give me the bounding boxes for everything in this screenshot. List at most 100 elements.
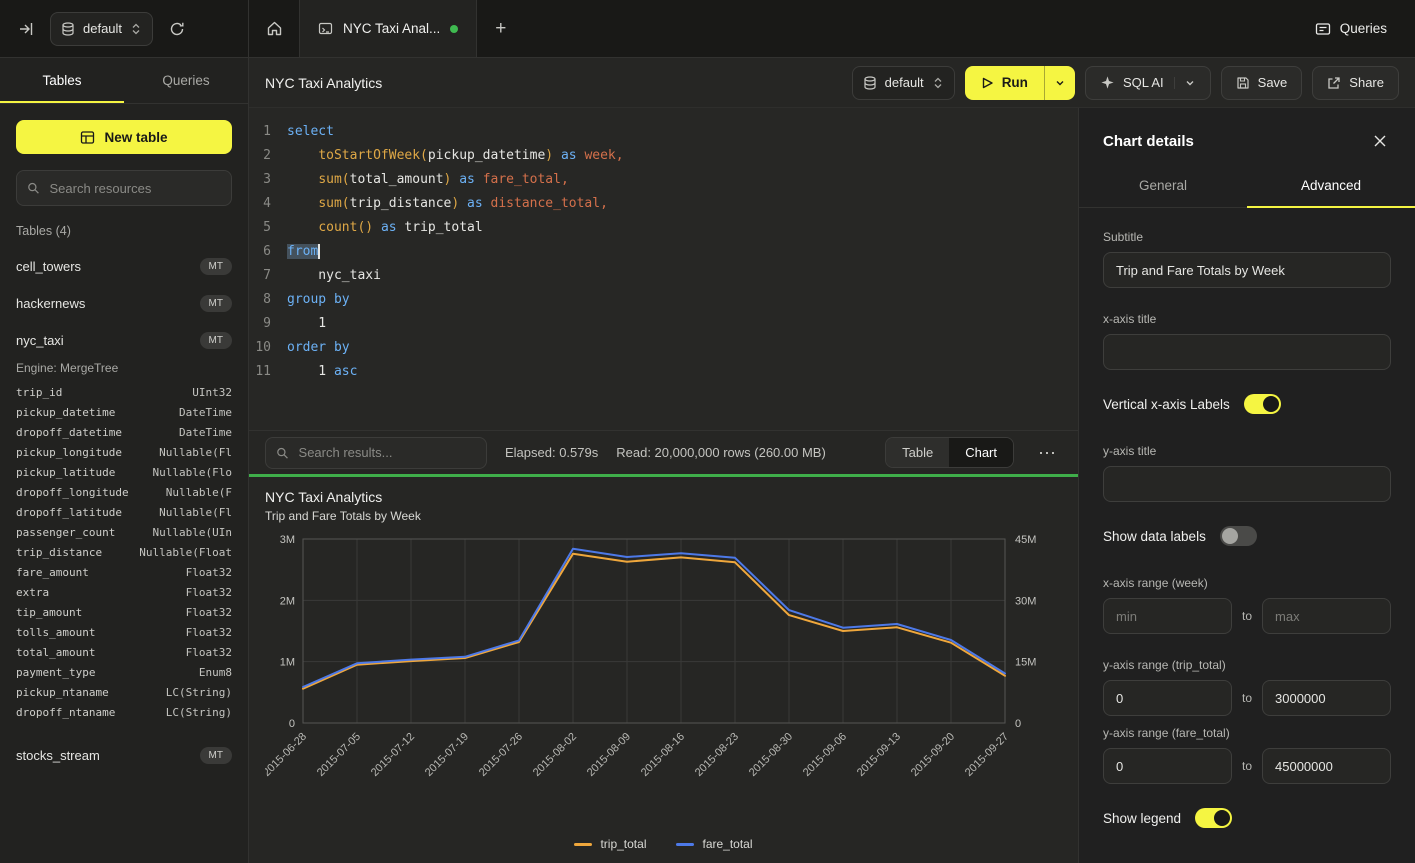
table-name: hackernews: [16, 296, 85, 311]
svg-text:2015-07-05: 2015-07-05: [315, 731, 363, 779]
column-row[interactable]: pickup_latitudeNullable(Flo: [16, 463, 232, 483]
table-row-hackernews[interactable]: hackernews MT: [0, 285, 248, 322]
search-icon: [27, 181, 39, 195]
sql-ai-dropdown[interactable]: [1174, 77, 1196, 89]
home-button[interactable]: [249, 0, 299, 57]
resource-search[interactable]: [16, 170, 232, 206]
column-row[interactable]: total_amountFloat32: [16, 643, 232, 663]
to-label: to: [1242, 759, 1252, 773]
database-icon: [61, 22, 75, 36]
query-tab-icon: [318, 21, 333, 36]
panel-body: Subtitle x-axis title Vertical x-axis La…: [1079, 208, 1415, 850]
collapse-sidebar-button[interactable]: [14, 17, 38, 41]
queries-button[interactable]: Queries: [1309, 20, 1393, 38]
yrange-trip-max-input[interactable]: [1262, 680, 1391, 716]
column-row[interactable]: trip_distanceNullable(Float: [16, 543, 232, 563]
queries-icon: [1315, 21, 1331, 37]
chart-details-panel: Chart details General Advanced: [1078, 108, 1415, 863]
more-options-button[interactable]: ⋯: [1032, 440, 1062, 466]
yaxis-title-input[interactable]: [1103, 466, 1391, 502]
results-search-input[interactable]: [297, 444, 476, 461]
column-row[interactable]: dropoff_longitudeNullable(F: [16, 483, 232, 503]
tab-general[interactable]: General: [1079, 166, 1247, 208]
sparkle-icon: [1100, 75, 1115, 90]
svg-text:2015-08-30: 2015-08-30: [747, 731, 795, 779]
xaxis-title-input[interactable]: [1103, 334, 1391, 370]
engine-label: Engine: MergeTree: [0, 359, 248, 383]
show-data-labels-toggle[interactable]: [1220, 526, 1257, 546]
resource-search-input[interactable]: [47, 180, 221, 197]
chart-svg: 001M15M2M30M3M45M2015-06-282015-07-05201…: [265, 531, 1060, 819]
elapsed-time: Elapsed: 0.579s: [505, 445, 598, 460]
save-button[interactable]: Save: [1221, 66, 1303, 100]
show-legend-toggle[interactable]: [1195, 808, 1232, 828]
run-button-main[interactable]: Run: [965, 66, 1044, 100]
legend-item[interactable]: trip_total: [574, 837, 646, 851]
yrange-fare-min-input[interactable]: [1103, 748, 1232, 784]
sidebar-tabs: Tables Queries: [0, 58, 248, 104]
svg-text:2015-09-06: 2015-09-06: [801, 731, 849, 779]
sql-ai-label: SQL AI: [1123, 75, 1164, 90]
run-database-selector[interactable]: default: [852, 66, 955, 100]
new-tab-button[interactable]: +: [477, 18, 524, 40]
header-actions: default Run: [852, 66, 1399, 100]
column-row[interactable]: pickup_datetimeDateTime: [16, 403, 232, 423]
column-row[interactable]: tip_amountFloat32: [16, 603, 232, 623]
sql-editor[interactable]: 1select2 toStartOfWeek(pickup_datetime) …: [249, 108, 1078, 430]
xrange-max-input[interactable]: [1262, 598, 1391, 634]
collapse-sidebar-icon: [18, 21, 34, 37]
share-button[interactable]: Share: [1312, 66, 1399, 100]
new-table-button[interactable]: New table: [16, 120, 232, 154]
home-icon: [266, 20, 283, 37]
svg-text:0: 0: [289, 718, 295, 730]
refresh-button[interactable]: [165, 17, 189, 41]
yrange-fare-max-input[interactable]: [1262, 748, 1391, 784]
query-tab[interactable]: NYC Taxi Anal...: [299, 0, 477, 57]
column-row[interactable]: dropoff_datetimeDateTime: [16, 423, 232, 443]
close-panel-button[interactable]: [1369, 130, 1391, 152]
column-row[interactable]: dropoff_ntanameLC(String): [16, 703, 232, 723]
svg-text:1M: 1M: [280, 657, 295, 669]
column-row[interactable]: tolls_amountFloat32: [16, 623, 232, 643]
chart-view-button[interactable]: Chart: [949, 438, 1013, 467]
legend-label: trip_total: [600, 837, 646, 851]
sidebar-tab-tables[interactable]: Tables: [0, 58, 124, 103]
database-selector-value: default: [83, 21, 122, 36]
column-row[interactable]: payment_typeEnum8: [16, 663, 232, 683]
column-row[interactable]: trip_idUInt32: [16, 383, 232, 403]
vertical-labels-toggle[interactable]: [1244, 394, 1281, 414]
svg-text:0: 0: [1015, 718, 1021, 730]
run-button-label: Run: [1002, 75, 1028, 90]
query-title: NYC Taxi Analytics: [265, 75, 382, 91]
tab-advanced[interactable]: Advanced: [1247, 166, 1415, 208]
vertical-labels-row: Vertical x-axis Labels: [1103, 394, 1391, 414]
run-dropdown[interactable]: [1044, 66, 1075, 100]
yrange-trip-min-input[interactable]: [1103, 680, 1232, 716]
column-row[interactable]: pickup_ntanameLC(String): [16, 683, 232, 703]
column-row[interactable]: fare_amountFloat32: [16, 563, 232, 583]
rows-read: Read: 20,000,000 rows (260.00 MB): [616, 445, 826, 460]
column-row[interactable]: extraFloat32: [16, 583, 232, 603]
table-view-button[interactable]: Table: [886, 438, 949, 467]
column-row[interactable]: pickup_longitudeNullable(Fl: [16, 443, 232, 463]
table-name: cell_towers: [16, 259, 81, 274]
save-icon: [1236, 76, 1250, 90]
table-row-cell-towers[interactable]: cell_towers MT: [0, 248, 248, 285]
column-row[interactable]: passenger_countNullable(UIn: [16, 523, 232, 543]
run-button[interactable]: Run: [965, 66, 1075, 100]
yrange-fare-label: y-axis range (fare_total): [1103, 726, 1391, 740]
sql-ai-button[interactable]: SQL AI: [1085, 66, 1211, 100]
legend-item[interactable]: fare_total: [676, 837, 752, 851]
subtitle-input[interactable]: [1103, 252, 1391, 288]
sidebar-tab-queries[interactable]: Queries: [124, 58, 248, 103]
xrange-min-input[interactable]: [1103, 598, 1232, 634]
table-row-nyc-taxi[interactable]: nyc_taxi MT: [0, 322, 248, 359]
database-selector[interactable]: default: [50, 12, 153, 46]
table-row-stocks-stream[interactable]: stocks_stream MT: [0, 737, 248, 774]
column-row[interactable]: dropoff_latitudeNullable(Fl: [16, 503, 232, 523]
svg-text:15M: 15M: [1015, 657, 1036, 669]
panel-title: Chart details: [1103, 133, 1194, 150]
svg-text:2M: 2M: [280, 595, 295, 607]
results-search[interactable]: [265, 437, 487, 469]
query-header: NYC Taxi Analytics default: [249, 58, 1415, 108]
